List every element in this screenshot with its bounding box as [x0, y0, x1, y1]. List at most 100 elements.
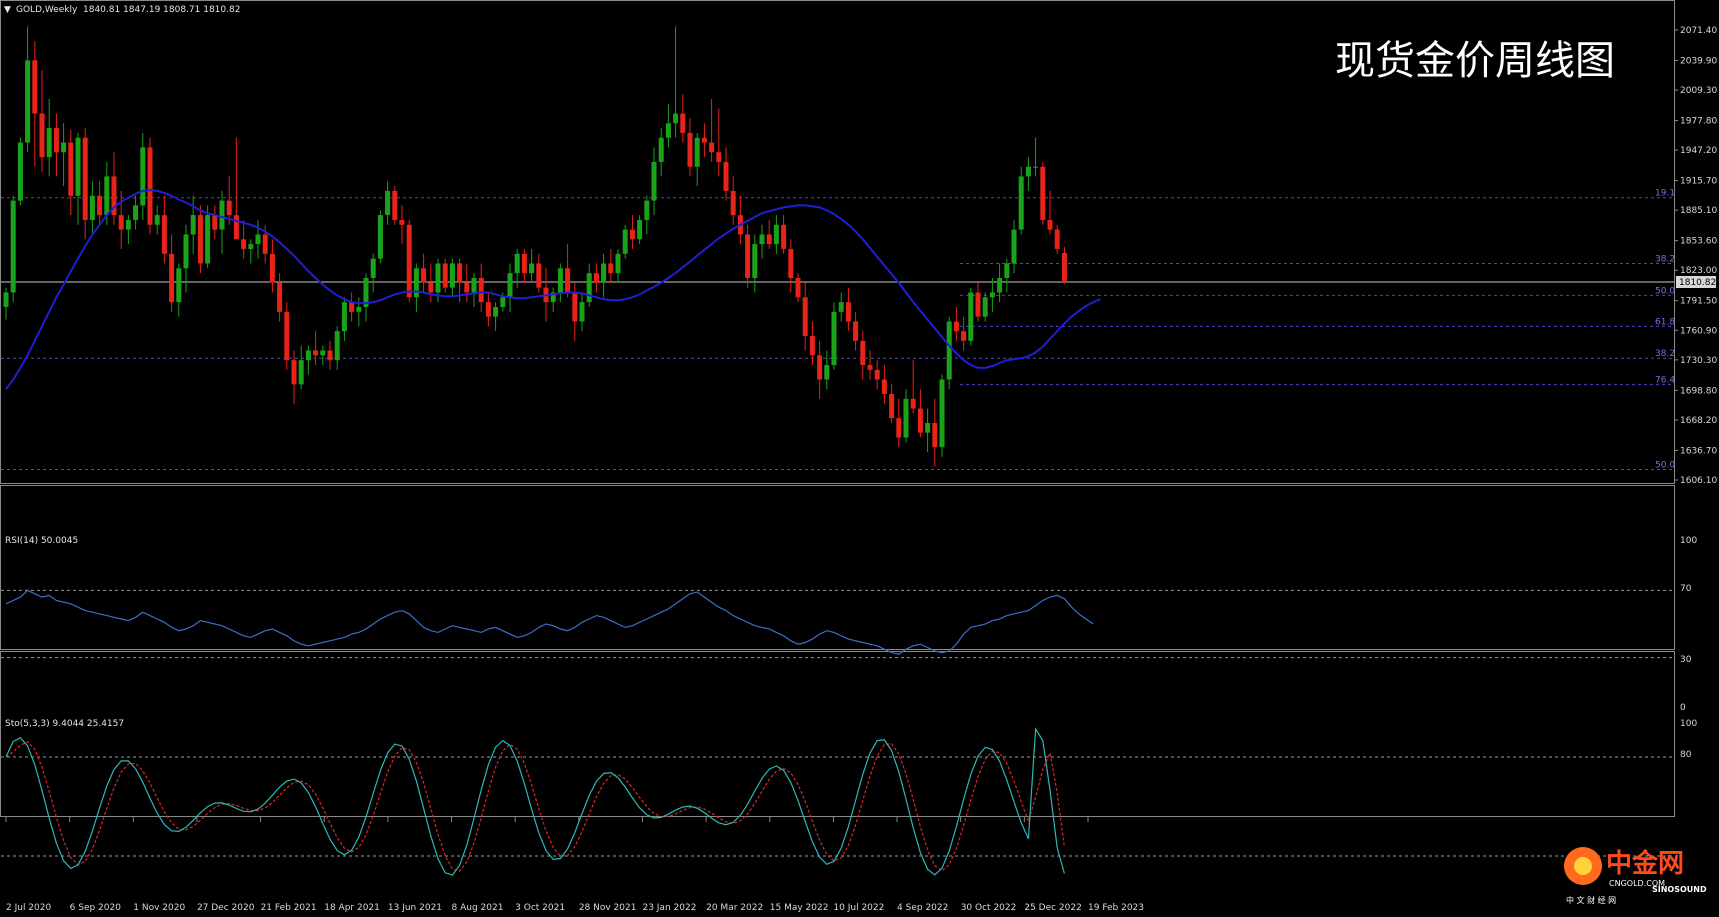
- candle-body: [795, 277, 801, 298]
- candle-body: [1054, 229, 1060, 249]
- candle-body: [471, 277, 477, 293]
- rsi-indicator: [1, 589, 1674, 659]
- candle-body: [53, 128, 59, 153]
- candle-body: [601, 263, 607, 283]
- price-tick-label: 1730.30: [1680, 356, 1717, 366]
- candle-body: [752, 244, 758, 278]
- candle-body: [1018, 176, 1024, 230]
- price-tick-label: 1977.80: [1680, 117, 1717, 127]
- price-tick-label: 1823.00: [1680, 266, 1717, 276]
- candle-body: [219, 200, 225, 230]
- collapse-triangle-icon[interactable]: ▼: [4, 5, 11, 15]
- candle-body: [629, 229, 635, 240]
- candle-body: [651, 161, 657, 201]
- candle-body: [997, 277, 1003, 293]
- stoch-panel-frame: [0, 651, 1675, 817]
- candle-body: [845, 302, 851, 322]
- price-tick-label: 1885.10: [1680, 206, 1717, 216]
- candle-body: [298, 360, 304, 385]
- rsi-panel-frame: [0, 485, 1675, 650]
- candle-body: [478, 277, 484, 303]
- candle-body: [428, 282, 434, 293]
- candle-body: [615, 253, 621, 274]
- candle-body: [255, 234, 261, 245]
- price-tick-label: 2071.40: [1680, 26, 1717, 36]
- candle-body: [953, 321, 959, 332]
- stoch-level-80: 80: [1680, 750, 1692, 760]
- price-tick-label: 1791.50: [1680, 297, 1717, 307]
- price-tick-label: 2009.30: [1680, 86, 1717, 96]
- rsi-level-70: 70: [1680, 584, 1692, 594]
- candle-body: [881, 379, 887, 395]
- candle-body: [118, 215, 124, 230]
- candle-body: [1011, 229, 1017, 264]
- candle-body: [507, 273, 513, 298]
- logo-brand: 中金网: [1606, 848, 1684, 879]
- candle-body: [701, 137, 707, 143]
- candle-body: [205, 215, 211, 264]
- candle-body: [284, 311, 290, 361]
- candle-body: [349, 302, 355, 312]
- price-axis: 2071.40 2039.90 2009.30 1977.80 1947.20 1915.…: [1674, 26, 1717, 486]
- price-tick-label: 2039.90: [1680, 56, 1717, 66]
- time-tick-label: 30 Oct 2022: [961, 903, 1017, 913]
- candle-body: [975, 292, 981, 317]
- candle-body: [154, 215, 160, 225]
- candle-body: [716, 152, 722, 162]
- candle-body: [68, 142, 74, 196]
- candle-body: [860, 340, 866, 366]
- candle-body: [910, 398, 916, 409]
- time-tick-label: 10 Jul 2022: [833, 903, 884, 913]
- candle-body: [140, 147, 146, 206]
- candle-body: [500, 297, 506, 307]
- candle-body: [61, 142, 67, 153]
- rsi-label: RSI(14) 50.0045: [5, 536, 78, 546]
- fibonacci-levels: 19.1 38.2 50.0 61.8 38.2 76.4 50.0: [1, 189, 1675, 470]
- candle-body: [169, 253, 175, 303]
- candle-body: [939, 379, 945, 448]
- time-tick-label: 25 Dec 2022: [1024, 903, 1082, 913]
- candle-body: [212, 215, 218, 230]
- candle-body: [133, 205, 139, 220]
- candle-body: [3, 292, 9, 307]
- candle-body: [536, 263, 542, 288]
- candle-body: [277, 282, 283, 312]
- candle-body: [485, 302, 491, 317]
- candle-body: [161, 215, 167, 254]
- ohlc-label: 1840.81 1847.19 1808.71 1810.82: [83, 5, 240, 15]
- candle-body: [190, 215, 196, 235]
- price-tick-label: 1636.70: [1680, 446, 1717, 456]
- candle-body: [982, 297, 988, 317]
- candle-body: [925, 423, 931, 433]
- candle-body: [125, 219, 131, 230]
- current-price-label: 1810.82: [1679, 278, 1716, 288]
- candle-body: [644, 200, 650, 220]
- candle-body: [1025, 166, 1031, 177]
- candle-body: [356, 306, 362, 312]
- candle-body: [745, 234, 751, 278]
- candle-body: [673, 113, 679, 124]
- candle-body: [853, 321, 859, 341]
- logo-partner: SINOSOUND: [1652, 885, 1707, 894]
- price-tick-label: 1947.20: [1680, 146, 1717, 156]
- candle-body: [248, 244, 254, 249]
- fib-label: 38.2: [1655, 254, 1675, 264]
- candle-body: [104, 176, 110, 216]
- stoch-label: Sto(5,3,3) 9.4044 25.4157: [5, 719, 124, 729]
- candle-body: [1033, 166, 1039, 168]
- time-tick-label: 23 Jan 2022: [642, 903, 696, 913]
- candle-body: [896, 418, 902, 438]
- fib-label: 38.2: [1655, 349, 1675, 359]
- candle-body: [89, 195, 95, 220]
- time-tick-label: 27 Dec 2020: [197, 903, 255, 913]
- candle-body: [1004, 263, 1010, 278]
- rsi-level-100: 100: [1680, 536, 1697, 546]
- stochastic-indicator: [1, 727, 1674, 876]
- candle-body: [572, 292, 578, 322]
- candle-body: [917, 408, 923, 433]
- candle-body: [766, 234, 772, 245]
- candle-body: [788, 248, 794, 278]
- candle-body: [406, 224, 412, 298]
- time-tick-label: 28 Nov 2021: [579, 903, 637, 913]
- time-tick-label: 18 Apr 2021: [324, 903, 380, 913]
